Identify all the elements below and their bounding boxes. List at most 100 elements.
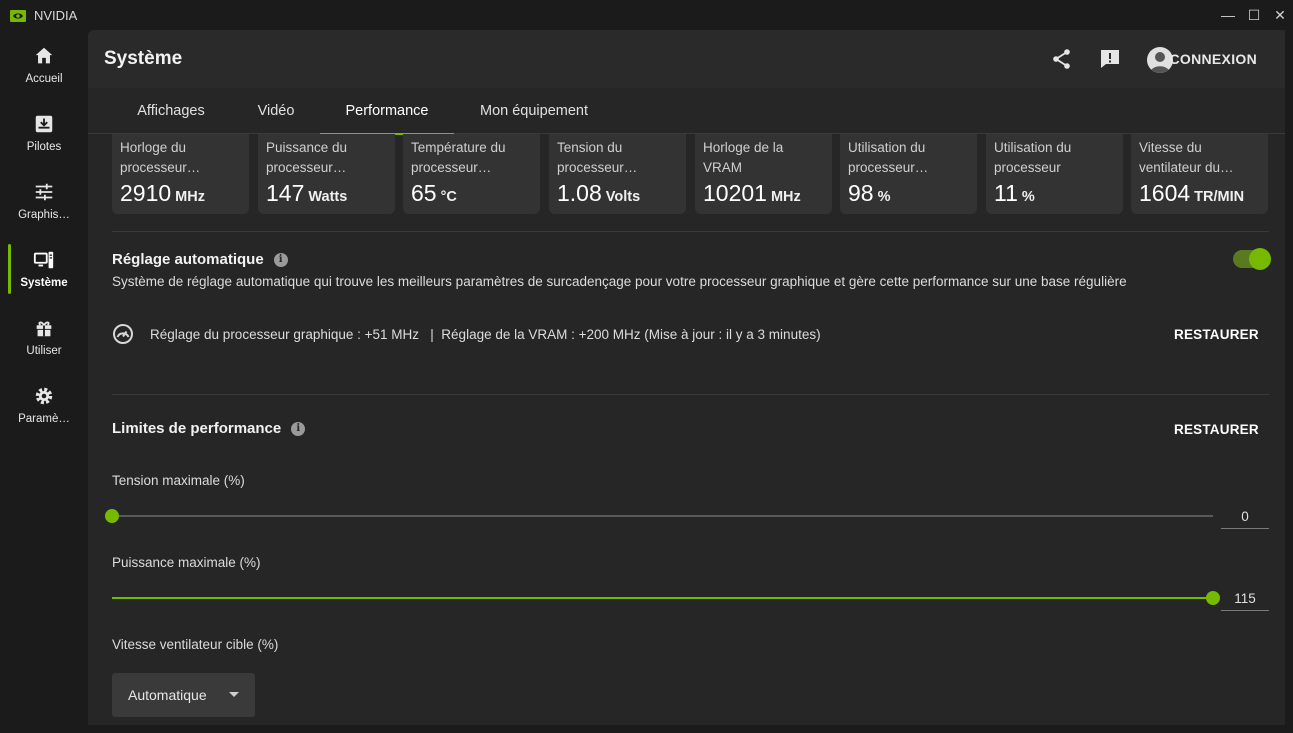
close-button[interactable]: ✕ xyxy=(1267,0,1293,30)
app-title: NVIDIA xyxy=(34,7,78,23)
tab-affichages[interactable]: Affichages xyxy=(120,88,222,134)
voltage-slider[interactable] xyxy=(105,509,1213,523)
fan-label: Vitesse ventilateur cible (%) xyxy=(112,637,279,652)
sliders-icon xyxy=(35,183,53,201)
metric-value-row: 65 °C xyxy=(411,180,532,207)
main-panel: Système CONNEXION Affichages Vidéo Perfo… xyxy=(88,30,1285,725)
metric-unit: TR/MIN xyxy=(1194,189,1245,205)
nav-item-parametres[interactable]: Paramè… xyxy=(0,374,88,436)
metric-unit: MHz xyxy=(770,189,801,205)
limits-title: Limites de performance i xyxy=(112,420,306,437)
auto-tuning-title: Réglage automatique i xyxy=(112,251,288,268)
tab-mon-equipement[interactable]: Mon équipement xyxy=(468,88,600,134)
metric-unit: % xyxy=(1021,189,1035,205)
metric-value-row: 11% xyxy=(994,180,1115,207)
metric-value-row: 98% xyxy=(848,180,969,207)
chevron-down-icon xyxy=(229,692,239,697)
active-indicator xyxy=(8,244,11,294)
tuning-status-row: Réglage du processeur graphique : +51 MH… xyxy=(112,322,821,346)
title-bar: NVIDIA — ☐ ✕ xyxy=(0,0,1293,30)
auto-tuning-toggle[interactable] xyxy=(1233,248,1271,270)
share-icon[interactable] xyxy=(1050,47,1074,71)
metric-label: Utilisation du processeur… xyxy=(848,140,929,175)
feedback-icon[interactable] xyxy=(1098,47,1122,71)
nav-item-accueil[interactable]: Accueil xyxy=(0,34,88,96)
maximize-button[interactable]: ☐ xyxy=(1241,0,1267,30)
metric-label: Température du processeur… xyxy=(411,140,506,175)
metric-label: Tension du processeur… xyxy=(557,140,638,175)
metric-value: 10201 xyxy=(703,180,767,206)
auto-tuning-restore-button[interactable]: RESTAURER xyxy=(1174,327,1259,342)
voltage-slider-thumb[interactable] xyxy=(105,509,119,523)
metric-unit: °C xyxy=(440,189,457,205)
tab-video[interactable]: Vidéo xyxy=(238,88,314,134)
metric-unit: % xyxy=(877,189,891,205)
login-button[interactable]: CONNEXION xyxy=(1170,51,1258,67)
metric-card: Utilisation du processeur… 98% xyxy=(840,134,977,214)
metric-card: Utilisation du processeur 11% xyxy=(986,134,1123,214)
metric-value: 65 xyxy=(411,180,437,206)
nav-item-pilotes[interactable]: Pilotes xyxy=(0,102,88,164)
auto-tuning-title-text: Réglage automatique xyxy=(112,251,264,268)
metric-label: Horloge du processeur… xyxy=(120,140,201,175)
power-slider[interactable] xyxy=(112,591,1220,605)
minimize-button[interactable]: — xyxy=(1215,0,1241,30)
metric-value-row: 10201 MHz xyxy=(703,180,824,207)
power-slider-fill xyxy=(112,597,1213,599)
metric-unit: MHz xyxy=(175,189,205,205)
nav-item-graphismes[interactable]: Graphis… xyxy=(0,170,88,232)
metric-card: Vitesse du ventilateur du… 1604 TR/MIN xyxy=(1131,134,1268,214)
metric-label: Vitesse du ventilateur du… xyxy=(1139,140,1234,175)
power-value-field[interactable]: 115 xyxy=(1221,587,1269,611)
metric-value: 98 xyxy=(848,180,874,206)
nav-label: Pilotes xyxy=(26,141,62,153)
metric-value: 147 xyxy=(266,180,305,206)
system-icon xyxy=(33,251,54,269)
fan-speed-selected: Automatique xyxy=(128,687,207,703)
page-header: Système CONNEXION xyxy=(88,30,1285,88)
metric-card: Température du processeur… 65 °C xyxy=(403,134,540,214)
power-slider-thumb[interactable] xyxy=(1206,591,1220,605)
metric-unit: Watts xyxy=(308,189,348,205)
metric-card: Horloge du processeur… 2910 MHz xyxy=(112,134,249,214)
home-icon xyxy=(35,47,53,64)
divider xyxy=(112,394,1269,395)
metric-value-row: 1.08 Volts xyxy=(557,180,678,207)
metric-value: 2910 xyxy=(120,180,172,206)
metric-label: Horloge de la VRAM xyxy=(703,140,784,175)
voltage-label: Tension maximale (%) xyxy=(112,473,245,488)
metric-value-row: 147 Watts xyxy=(266,180,387,207)
divider xyxy=(112,231,1269,232)
toggle-knob xyxy=(1249,248,1271,270)
metric-value: 1.08 xyxy=(557,180,602,206)
gauge-icon xyxy=(113,324,133,344)
tab-bar: Affichages Vidéo Performance Mon équipem… xyxy=(88,88,1285,135)
nav-label: Utiliser xyxy=(26,345,62,357)
nav-item-systeme[interactable]: Système xyxy=(0,238,88,300)
metric-card: Horloge de la VRAM 10201 MHz xyxy=(695,134,832,214)
metric-value: 1604 xyxy=(1139,180,1191,206)
nav-label: Système xyxy=(20,277,68,289)
window-controls: — ☐ ✕ xyxy=(1215,0,1293,30)
limits-title-text: Limites de performance xyxy=(112,420,282,437)
info-icon[interactable]: i xyxy=(291,421,306,436)
metric-value-row: 1604 TR/MIN xyxy=(1139,180,1260,207)
power-label: Puissance maximale (%) xyxy=(112,555,261,570)
nav-label: Paramè… xyxy=(18,413,70,425)
gear-icon xyxy=(35,387,53,405)
metric-unit: Volts xyxy=(605,189,641,205)
voltage-value-field[interactable]: 0 xyxy=(1221,505,1269,529)
metric-value-row: 2910 MHz xyxy=(120,180,241,207)
page-title: Système xyxy=(104,48,183,69)
limits-restore-button[interactable]: RESTAURER xyxy=(1174,422,1259,437)
gift-icon xyxy=(36,321,52,337)
tab-performance[interactable]: Performance xyxy=(320,88,454,135)
window-edge xyxy=(1285,30,1293,733)
left-navigation: Accueil Pilotes Graphis… Système Utilise… xyxy=(0,30,88,733)
info-icon[interactable]: i xyxy=(273,252,288,267)
nav-item-utiliser[interactable]: Utiliser xyxy=(0,306,88,368)
auto-tuning-description: Système de réglage automatique qui trouv… xyxy=(112,274,1127,289)
fan-speed-dropdown[interactable]: Automatique xyxy=(112,673,255,717)
download-icon xyxy=(35,115,53,133)
nav-label: Accueil xyxy=(25,73,63,85)
